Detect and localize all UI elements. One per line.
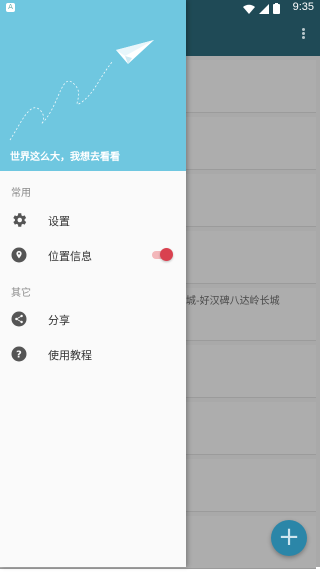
svg-text:?: ? bbox=[16, 349, 22, 360]
help-icon: ? bbox=[11, 346, 27, 362]
menu-item-label: 设置 bbox=[48, 215, 70, 228]
battery-icon bbox=[273, 3, 280, 14]
menu-item-label: 位置信息 bbox=[48, 250, 92, 263]
app-notification-icon: A bbox=[6, 3, 15, 12]
overflow-menu-icon[interactable] bbox=[302, 28, 306, 40]
status-icons bbox=[243, 3, 280, 14]
section-label-common: 常用 bbox=[11, 188, 31, 199]
gear-icon bbox=[13, 213, 27, 227]
navigation-drawer: 世界这么大，我想去看看 常用 设置 位置信息 其它 分享 ? 使用教程 bbox=[0, 0, 186, 567]
menu-item-label: 分享 bbox=[48, 314, 70, 327]
menu-item-label: 使用教程 bbox=[48, 349, 92, 362]
drawer-header-title: 世界这么大，我想去看看 bbox=[10, 152, 120, 163]
status-time: 9:35 bbox=[292, 1, 314, 13]
paper-plane-illustration bbox=[9, 40, 154, 141]
add-fab-button[interactable]: + bbox=[271, 520, 307, 556]
menu-item-tutorial[interactable]: ? 使用教程 bbox=[0, 340, 186, 368]
menu-item-share[interactable]: 分享 bbox=[0, 305, 186, 333]
share-icon bbox=[11, 311, 27, 327]
list-item-text: 长城-好汉碑八达岭长城 bbox=[176, 296, 280, 307]
menu-item-location[interactable]: 位置信息 bbox=[0, 241, 186, 269]
wifi-icon bbox=[243, 4, 255, 14]
status-bar: A 9:35 bbox=[0, 0, 320, 16]
toggle-thumb bbox=[160, 248, 173, 261]
location-toggle[interactable] bbox=[152, 248, 174, 261]
menu-item-settings[interactable]: 设置 bbox=[0, 206, 186, 234]
location-pin-icon bbox=[11, 247, 27, 263]
drawer-header: 世界这么大，我想去看看 bbox=[0, 0, 186, 171]
section-label-other: 其它 bbox=[11, 288, 31, 299]
signal-icon bbox=[259, 3, 269, 14]
